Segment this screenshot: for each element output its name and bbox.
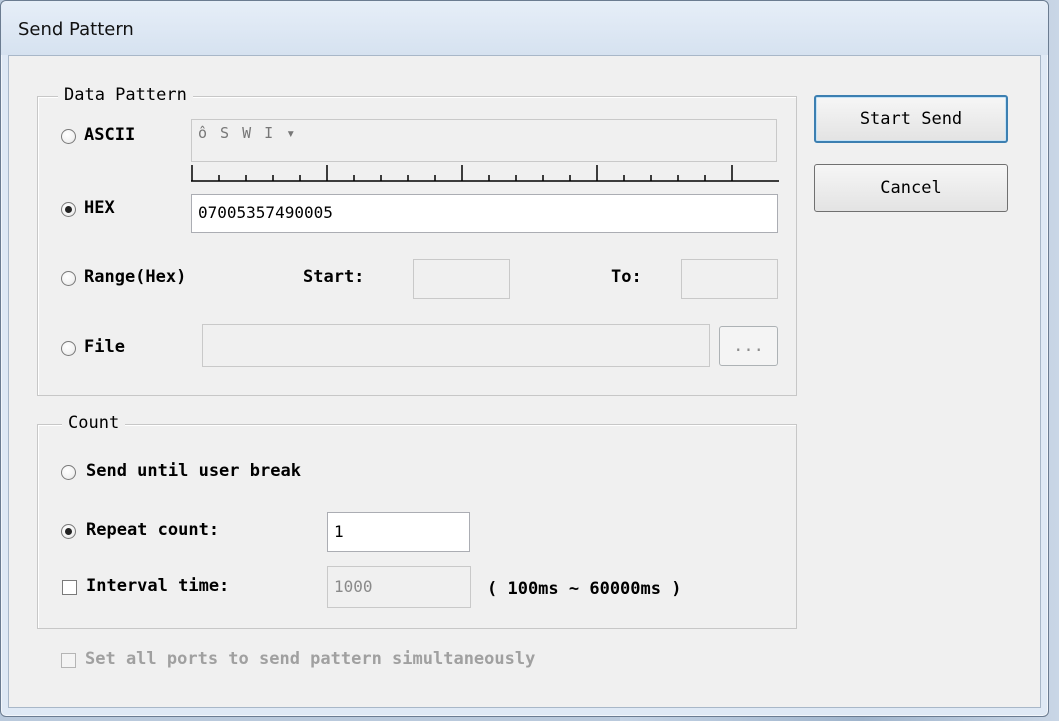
range-start-input[interactable] (413, 259, 510, 299)
file-label[interactable]: File (84, 337, 125, 357)
dialog-client-area: Data Pattern ASCII ô S W I ▾ HEX 0700535… (8, 55, 1041, 708)
range-hex-label[interactable]: Range(Hex) (84, 267, 186, 287)
title-bar[interactable]: Send Pattern (1, 1, 1048, 55)
hex-label[interactable]: HEX (84, 198, 115, 218)
browse-button[interactable]: ... (719, 326, 778, 366)
ascii-label[interactable]: ASCII (84, 125, 135, 145)
interval-range-hint: ( 100ms ~ 60000ms ) (487, 579, 682, 599)
ascii-field[interactable]: ô S W I ▾ (191, 119, 777, 162)
ascii-ruler (191, 165, 779, 182)
data-pattern-group: Data Pattern ASCII ô S W I ▾ HEX 0700535… (37, 85, 797, 396)
all-ports-checkbox[interactable] (61, 653, 76, 668)
range-hex-radio[interactable] (61, 271, 76, 286)
window-title: Send Pattern (18, 19, 134, 40)
file-path-input[interactable] (202, 324, 710, 367)
interval-label[interactable]: Interval time: (86, 576, 229, 596)
count-legend: Count (62, 413, 126, 433)
repeat-count-input[interactable]: 1 (327, 512, 470, 552)
interval-checkbox[interactable] (62, 580, 77, 595)
hex-radio[interactable] (61, 202, 76, 217)
file-radio[interactable] (61, 341, 76, 356)
repeat-count-radio[interactable] (61, 524, 76, 539)
data-pattern-legend: Data Pattern (58, 85, 193, 105)
start-send-button[interactable]: Start Send (814, 95, 1008, 143)
until-break-radio[interactable] (61, 465, 76, 480)
ascii-radio[interactable] (61, 129, 76, 144)
repeat-count-label[interactable]: Repeat count: (86, 520, 219, 540)
range-start-label: Start: (303, 267, 365, 287)
until-break-label[interactable]: Send until user break (86, 461, 301, 481)
hex-input[interactable]: 07005357490005 (191, 194, 778, 233)
all-ports-label[interactable]: Set all ports to send pattern simultaneo… (85, 649, 535, 669)
send-pattern-dialog: Send Pattern Data Pattern ASCII ô S W I … (0, 0, 1049, 717)
cancel-button[interactable]: Cancel (814, 164, 1008, 212)
interval-input[interactable]: 1000 (327, 566, 471, 608)
range-to-label: To: (611, 267, 642, 287)
range-to-input[interactable] (681, 259, 778, 299)
count-group: Count Send until user break Repeat count… (37, 413, 797, 629)
